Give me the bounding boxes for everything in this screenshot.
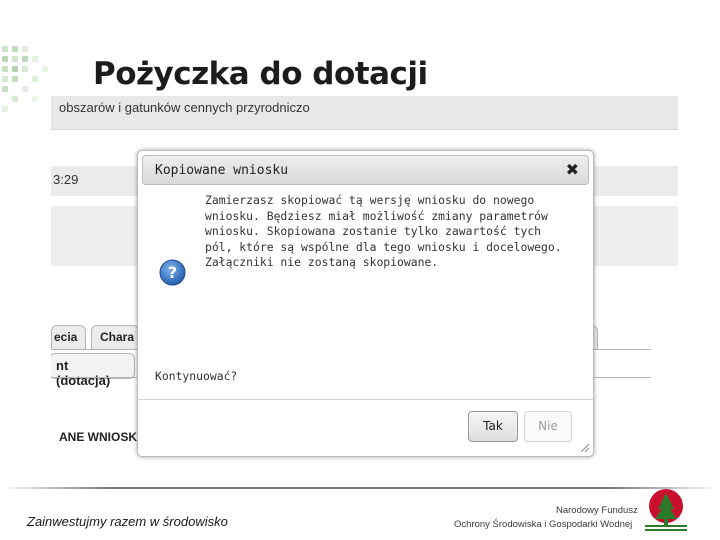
tab-item[interactable]: Chara [91,325,139,349]
dialog-message-line: pól, które są wspólne dla tego wniosku i… [205,239,562,254]
dialog-message-line: wniosku. Skopiowana zostanie tylko zawar… [205,224,542,238]
time-text: 3:29 [53,172,79,187]
close-icon[interactable]: ✖ [566,160,579,179]
dialog-title: Kopiowane wniosku [155,163,289,178]
dialog-message-line: Załączniki nie zostaną skopiowane. [205,255,439,269]
resize-grip-icon[interactable] [580,443,590,453]
copy-application-dialog: Kopiowane wniosku ✖ ? Zamierzasz skopiow… [137,150,594,457]
no-button[interactable]: Nie [524,411,572,442]
footer-slogan: Zainwestujmy razem w środowisko [27,514,228,529]
question-icon: ? [159,259,186,286]
dialog-question: Kontynuować? [155,369,238,383]
dialog-message: Zamierzasz skopiować tą wersję wniosku d… [205,193,575,271]
dialog-divider [138,399,593,400]
fund-name-line2: Ochrony Środowiska i Gospodarki Wodnej [454,519,633,530]
dialog-message-line: wniosku. Będziesz miał możliwość zmiany … [205,208,548,223]
slide-title: Pożyczka do dotacji [93,56,428,92]
section-heading: ANE WNIOSK [59,430,137,444]
dialog-message-line: Zamierzasz skopiować tą wersję wniosku d… [205,193,535,207]
subtab-item[interactable]: nt (dotacja) [51,353,135,388]
fund-name-line1: Narodowy Fundusz [556,505,638,516]
app-header-bar: obszarów i gatunków cennych przyrodniczo [51,96,678,130]
yes-button[interactable]: Tak [468,411,518,442]
footer-divider [0,487,720,489]
tab-item[interactable]: ecia [51,325,86,349]
dialog-header[interactable]: Kopiowane wniosku ✖ [142,155,589,185]
nfosigw-logo-icon [645,489,687,531]
app-header-text: obszarów i gatunków cennych przyrodniczo [59,100,310,115]
svg-text:?: ? [168,263,177,282]
